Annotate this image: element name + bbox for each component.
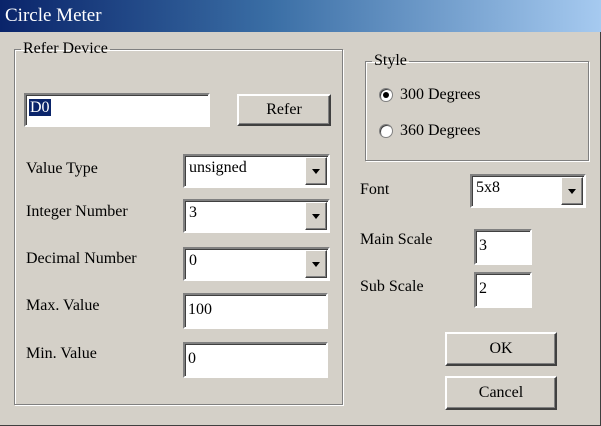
sub-scale-input[interactable]: 2 — [474, 272, 532, 308]
value-type-select[interactable]: unsigned — [183, 154, 330, 188]
radio-300-degrees-label: 300 Degrees — [400, 86, 481, 103]
min-value-label: Min. Value — [26, 345, 97, 362]
title-bar[interactable]: Circle Meter — [0, 0, 601, 32]
main-scale-input[interactable]: 3 — [474, 229, 532, 265]
chevron-down-icon[interactable] — [305, 157, 327, 185]
device-address-input[interactable]: D0 — [24, 93, 210, 127]
sub-scale-label: Sub Scale — [360, 278, 424, 295]
integer-number-value: 3 — [189, 204, 197, 221]
value-type-value: unsigned — [189, 159, 247, 176]
refer-button[interactable]: Refer — [237, 94, 331, 126]
radio-checked-icon[interactable] — [379, 88, 393, 102]
radio-360-degrees-label: 360 Degrees — [400, 122, 481, 139]
chevron-down-icon[interactable] — [561, 177, 583, 205]
chevron-down-icon[interactable] — [305, 202, 327, 230]
integer-number-select[interactable]: 3 — [183, 199, 330, 233]
device-address-value: D0 — [29, 99, 51, 116]
font-value: 5x8 — [476, 179, 500, 196]
radio-300-degrees[interactable]: 300 Degrees — [379, 86, 480, 104]
circle-meter-dialog: Circle Meter Refer Device D0 Refer Value… — [0, 0, 601, 426]
window-title: Circle Meter — [5, 5, 102, 26]
style-legend: Style — [374, 52, 407, 69]
value-type-label: Value Type — [26, 160, 98, 177]
min-value-input[interactable]: 0 — [183, 342, 328, 378]
style-group: Style — [365, 53, 589, 161]
refer-device-legend: Refer Device — [23, 40, 108, 57]
decimal-number-select[interactable]: 0 — [183, 247, 330, 281]
decimal-number-label: Decimal Number — [26, 250, 137, 267]
max-value-label: Max. Value — [26, 297, 100, 314]
font-label: Font — [360, 181, 390, 198]
cancel-button[interactable]: Cancel — [445, 376, 557, 410]
font-select[interactable]: 5x8 — [470, 174, 586, 208]
max-value-input[interactable]: 100 — [183, 293, 328, 329]
chevron-down-icon[interactable] — [305, 250, 327, 278]
decimal-number-value: 0 — [189, 252, 197, 269]
radio-unchecked-icon[interactable] — [379, 124, 393, 138]
ok-button[interactable]: OK — [445, 332, 557, 366]
main-scale-label: Main Scale — [360, 231, 433, 248]
radio-360-degrees[interactable]: 360 Degrees — [379, 122, 480, 140]
integer-number-label: Integer Number — [26, 203, 128, 220]
